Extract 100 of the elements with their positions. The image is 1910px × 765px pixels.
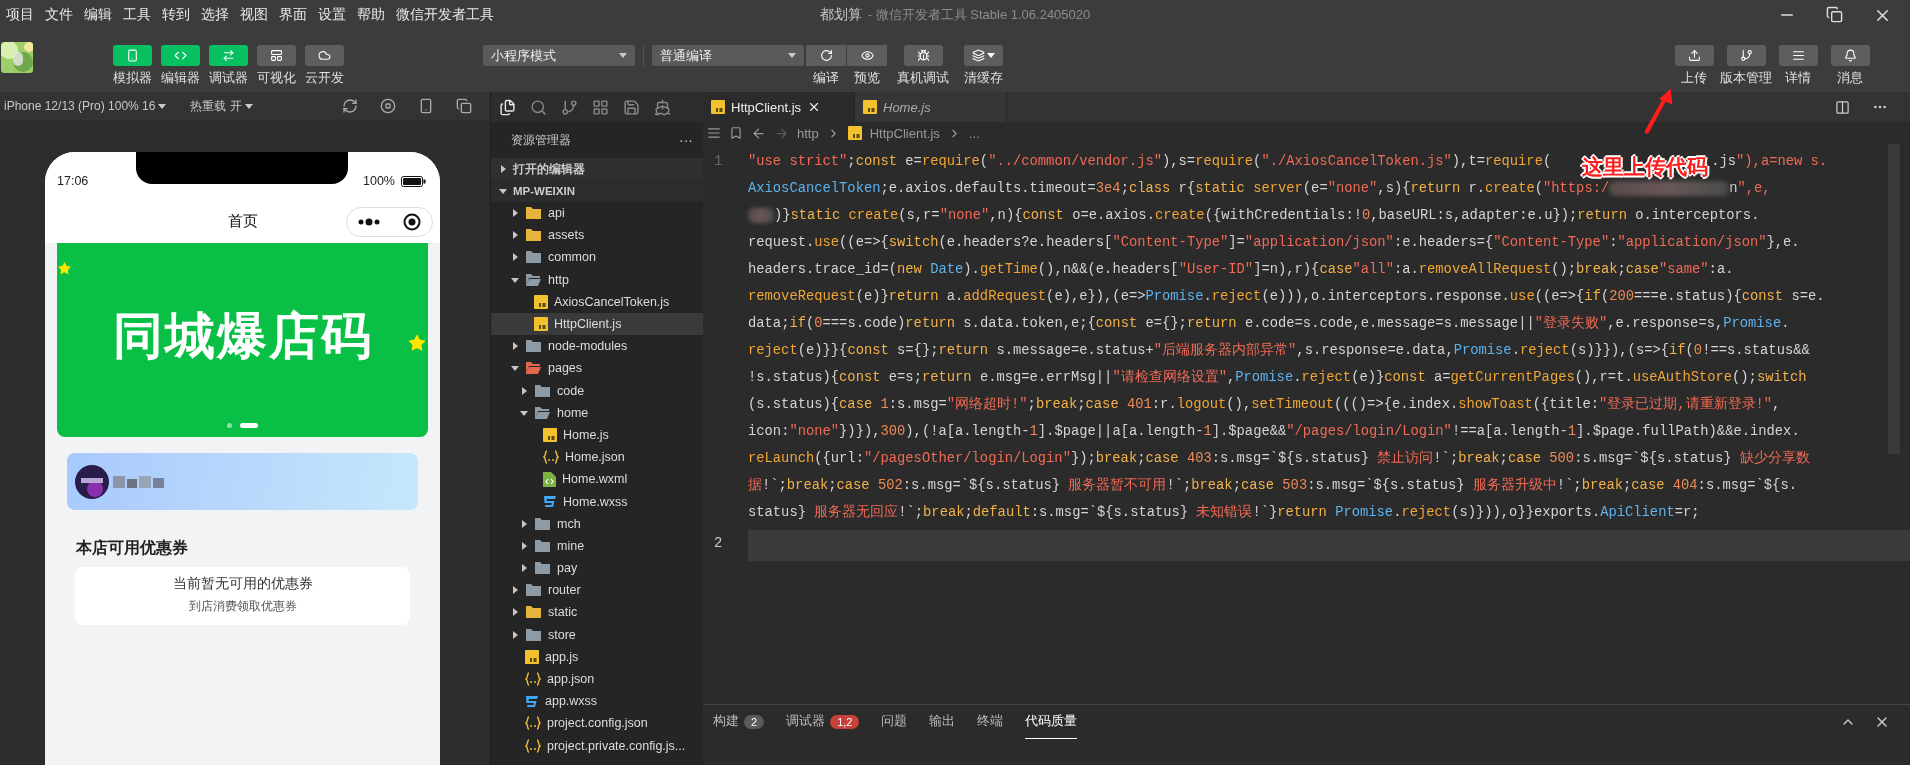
back-icon[interactable]: [751, 125, 766, 141]
carousel-dot[interactable]: [227, 423, 232, 428]
toolbar-button[interactable]: [963, 45, 1003, 66]
panel-tab[interactable]: 问题: [881, 705, 908, 739]
tree-item[interactable]: project.private.config.js...: [491, 734, 703, 757]
breadcrumb-item[interactable]: HttpClient.js: [869, 125, 940, 141]
stop-icon[interactable]: [380, 98, 396, 114]
mode-button[interactable]: [208, 45, 248, 66]
chevron-right-icon[interactable]: [511, 253, 519, 262]
toolbar-button[interactable]: [1726, 45, 1766, 66]
section-header[interactable]: MP-WEIXIN: [491, 180, 703, 202]
tree-item[interactable]: app.json: [491, 667, 703, 691]
tree-item[interactable]: static: [491, 601, 703, 624]
tree-item[interactable]: project.config.json: [491, 712, 703, 735]
outline-icon[interactable]: [707, 126, 721, 140]
mode-button[interactable]: [256, 45, 296, 66]
menu-item[interactable]: 文件: [45, 6, 73, 24]
toolbar-button[interactable]: [806, 45, 846, 66]
toolbar-button[interactable]: [1778, 45, 1818, 66]
chevron-right-icon[interactable]: [520, 386, 528, 395]
chevron-right-icon[interactable]: [520, 564, 528, 573]
section-header[interactable]: 打开的编辑器: [491, 158, 703, 180]
menu-item[interactable]: 微信开发者工具: [396, 6, 494, 24]
restore-icon[interactable]: [1826, 5, 1843, 23]
tree-item[interactable]: Home.json: [491, 446, 703, 469]
tree-item[interactable]: Home.wxss: [491, 490, 703, 513]
code-line: headers.trace_id=(new Date).getTime(),n&&(e.headers["User-ID"]=n),r){case"all":a.removeAllRequest();break;case"same":a.: [748, 261, 1735, 279]
tree-item[interactable]: AxiosCancelToken.js: [491, 290, 703, 313]
panel-tab[interactable]: 代码质量: [1025, 705, 1078, 739]
tree-item[interactable]: pages: [491, 357, 703, 380]
tree-item[interactable]: common: [491, 246, 703, 269]
tree-item[interactable]: HttpClient.js: [491, 312, 703, 336]
chevron-right-icon[interactable]: [511, 608, 519, 617]
menu-item[interactable]: 界面: [279, 6, 307, 24]
phone-icon[interactable]: [418, 98, 434, 114]
tree-item[interactable]: assets: [491, 224, 703, 247]
tree-item[interactable]: code: [491, 379, 703, 402]
menu-item[interactable]: 帮助: [357, 6, 385, 24]
refresh-icon[interactable]: [342, 98, 358, 114]
chevron-down-icon[interactable]: [511, 364, 519, 373]
capsule-menu[interactable]: [346, 206, 433, 237]
chevron-down-icon[interactable]: [520, 408, 528, 417]
ship-icon[interactable]: [654, 98, 671, 116]
chevron-right-icon[interactable]: [511, 342, 519, 351]
chevron-right-icon[interactable]: [499, 165, 507, 173]
tree-item[interactable]: app.js: [491, 645, 703, 668]
toolbar-button[interactable]: [1674, 45, 1714, 66]
split-icon[interactable]: [1835, 99, 1850, 115]
tree-item[interactable]: mch: [491, 512, 703, 535]
breadcrumb-item[interactable]: http: [797, 125, 819, 141]
menu-item[interactable]: 选择: [201, 6, 229, 24]
more-button[interactable]: ···: [679, 132, 693, 148]
toolbar-button[interactable]: [903, 45, 943, 66]
grid-icon[interactable]: [592, 98, 609, 116]
tree-item[interactable]: router: [491, 579, 703, 602]
tree-item[interactable]: Home.wxml: [491, 468, 703, 491]
chevron-right-icon[interactable]: [511, 630, 519, 639]
tree-item[interactable]: app.wxss: [491, 690, 703, 713]
panel-tab[interactable]: 输出: [929, 705, 956, 739]
chevron-down-icon[interactable]: [511, 275, 519, 284]
editor-tab[interactable]: HttpClient.js: [703, 92, 855, 122]
toolbar-button[interactable]: [1830, 45, 1870, 66]
menu-item[interactable]: 设置: [318, 6, 346, 24]
menu-item[interactable]: 转到: [162, 6, 190, 24]
panel-tab[interactable]: 终端: [977, 705, 1004, 739]
menu-item[interactable]: 视图: [240, 6, 268, 24]
button-label: 上传: [1681, 70, 1707, 87]
files-icon[interactable]: [499, 98, 516, 116]
tree-item[interactable]: mine: [491, 534, 703, 557]
panel-tab[interactable]: 构建 2: [713, 705, 765, 739]
chevron-right-icon[interactable]: [520, 541, 528, 550]
tree-item[interactable]: http: [491, 268, 703, 291]
chevron-right-icon[interactable]: [511, 209, 519, 218]
hot-reload-select[interactable]: 热重载 开: [190, 97, 253, 115]
tree-item[interactable]: pay: [491, 557, 703, 580]
search-icon[interactable]: [530, 98, 547, 116]
tree-item[interactable]: store: [491, 623, 703, 646]
windows-icon[interactable]: [456, 98, 472, 114]
compile-select[interactable]: 普通编译: [652, 45, 804, 66]
toolbar-button[interactable]: [847, 45, 887, 66]
chevron-right-icon[interactable]: [511, 231, 519, 240]
mode-button[interactable]: [160, 45, 200, 66]
tree-item[interactable]: home: [491, 401, 703, 424]
tree-item[interactable]: api: [491, 202, 703, 225]
chevron-right-icon[interactable]: [511, 586, 519, 595]
menu-item[interactable]: 编辑: [84, 6, 112, 24]
breadcrumb-item[interactable]: ...: [968, 125, 980, 141]
tree-item[interactable]: node-modules: [491, 335, 703, 358]
chevron-right-icon[interactable]: [520, 519, 528, 528]
mode-button[interactable]: [304, 45, 344, 66]
mode-select[interactable]: 小程序模式: [483, 45, 635, 66]
bookmark-icon[interactable]: [729, 126, 743, 140]
tree-item[interactable]: Home.js: [491, 423, 703, 447]
menu-item[interactable]: 工具: [123, 6, 151, 24]
menu-item[interactable]: 项目: [6, 6, 34, 24]
mode-button[interactable]: [112, 45, 152, 66]
branch-icon[interactable]: [561, 98, 578, 116]
panel-tab[interactable]: 调试器 1,2: [786, 705, 860, 739]
device-select[interactable]: iPhone 12/13 (Pro) 100% 16: [4, 99, 167, 113]
chevron-down-icon[interactable]: [499, 187, 507, 195]
